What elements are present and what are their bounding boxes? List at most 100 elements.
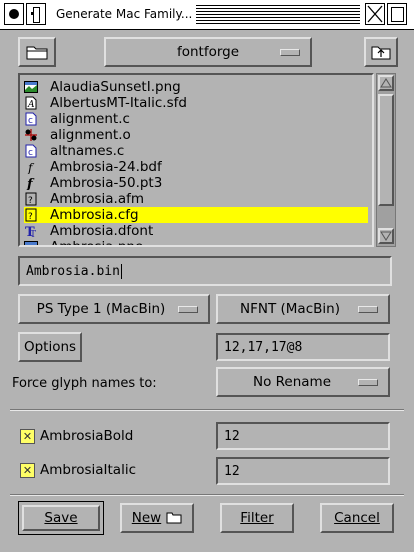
force-glyph-label: Force glyph names to: xyxy=(12,376,157,391)
file-list-item[interactable]: AlaudiaSunsetI.png xyxy=(24,79,368,95)
svg-text:?: ? xyxy=(28,196,33,206)
file-list-item[interactable]: Ambrosia.pne xyxy=(24,239,368,245)
file-list-scrollbar[interactable] xyxy=(376,73,396,247)
file-name: Ambrosia-50.pt3 xyxy=(50,175,163,191)
family-checkbox-italic[interactable]: ✕ xyxy=(20,462,35,478)
unknown-file-icon: ? xyxy=(24,208,38,222)
filename-input[interactable]: Ambrosia.bin xyxy=(18,256,392,286)
unknown-file-icon: ? xyxy=(24,192,38,206)
family-size-value: 12 xyxy=(224,463,240,479)
file-name: AlaudiaSunsetI.png xyxy=(50,79,181,95)
dropdown-indicator-icon xyxy=(178,306,198,313)
file-name: altnames.c xyxy=(50,143,125,159)
family-member-row[interactable]: ✕ AmbrosiaItalic xyxy=(20,462,136,478)
file-list-item[interactable]: c alignment.c xyxy=(24,111,368,127)
family-member-row[interactable]: ✕ AmbrosiaBold xyxy=(20,428,133,444)
svg-text:f: f xyxy=(27,161,35,174)
svg-text:f: f xyxy=(26,177,35,190)
bitmap-sizes-value: 12,17,17@8 xyxy=(224,339,303,355)
file-name: alignment.c xyxy=(50,111,130,127)
check-icon: ✕ xyxy=(22,463,33,477)
filter-button[interactable]: Filter xyxy=(220,503,294,533)
file-list-item[interactable]: f Ambrosia-24.bdf xyxy=(24,159,368,175)
parent-folder-icon xyxy=(371,46,391,60)
image-file-icon xyxy=(24,240,38,245)
svg-text:T: T xyxy=(30,230,36,238)
window-menu-button[interactable] xyxy=(4,3,24,25)
file-list[interactable]: AlaudiaSunsetI.png A AlbertusMT-Italic.sfd… xyxy=(18,73,374,247)
file-name: alignment.o xyxy=(50,127,131,143)
scroll-down-button[interactable] xyxy=(378,228,394,244)
bitmap-format-menu[interactable]: NFNT (MacBin) xyxy=(216,294,390,324)
image-file-icon xyxy=(24,80,38,94)
home-dir-button[interactable] xyxy=(18,37,56,67)
family-size-value: 12 xyxy=(224,428,240,444)
force-glyph-menu[interactable]: No Rename xyxy=(216,367,390,397)
bitmap-font-file-icon: f xyxy=(24,160,38,174)
family-name: AmbrosiaBold xyxy=(40,428,134,444)
shade-icon xyxy=(33,7,40,23)
check-icon: ✕ xyxy=(22,429,33,443)
text-cursor xyxy=(120,263,122,279)
close-button[interactable] xyxy=(365,3,385,25)
file-name: Ambrosia.afm xyxy=(50,191,144,207)
dropdown-indicator-icon xyxy=(358,379,378,386)
file-list-item[interactable]: ? Ambrosia.cfg xyxy=(24,207,368,223)
bitmap-sizes-input[interactable]: 12,17,17@8 xyxy=(216,333,390,361)
scroll-up-button[interactable] xyxy=(378,75,394,91)
new-label: New xyxy=(131,510,162,526)
family-size-input[interactable]: 12 xyxy=(216,422,390,450)
cancel-label: Cancel xyxy=(334,510,380,526)
dropdown-indicator-icon xyxy=(280,49,300,56)
title-bar[interactable]: Generate Mac Family... xyxy=(0,0,414,30)
folder-icon xyxy=(166,512,182,524)
svg-text:c: c xyxy=(28,116,33,126)
c-source-file-icon: c xyxy=(24,144,38,158)
filename-value: Ambrosia.bin xyxy=(26,263,120,279)
save-label: Save xyxy=(44,510,78,526)
file-list-item[interactable]: c altnames.c xyxy=(24,143,368,159)
parent-dir-button[interactable] xyxy=(364,37,398,67)
family-name: AmbrosiaItalic xyxy=(40,462,136,478)
path-menu-label: fontforge xyxy=(176,44,240,60)
outline-format-label: PS Type 1 (MacBin) xyxy=(36,301,166,317)
scroll-thumb[interactable] xyxy=(378,94,394,206)
window-title: Generate Mac Family... xyxy=(56,7,193,21)
file-list-item[interactable]: f Ambrosia-50.pt3 xyxy=(24,175,368,191)
file-name: Ambrosia-24.bdf xyxy=(50,159,162,175)
maximize-button[interactable] xyxy=(387,3,407,25)
svg-text:?: ? xyxy=(28,212,33,222)
maximize-icon xyxy=(391,7,404,22)
separator xyxy=(10,494,404,496)
options-button[interactable]: Options xyxy=(18,332,82,362)
file-list-item[interactable]: alignment.o xyxy=(24,127,368,143)
file-list-item[interactable]: ? Ambrosia.afm xyxy=(24,191,368,207)
dropdown-indicator-icon xyxy=(358,306,378,313)
sfd-file-icon: A xyxy=(24,96,38,110)
arrow-up-icon xyxy=(380,78,392,88)
path-menu[interactable]: fontforge xyxy=(104,37,312,67)
cancel-button[interactable]: Cancel xyxy=(320,503,394,533)
outline-format-menu[interactable]: PS Type 1 (MacBin) xyxy=(18,294,210,324)
file-list-item[interactable]: A AlbertusMT-Italic.sfd xyxy=(24,95,368,111)
force-glyph-value: No Rename xyxy=(252,374,331,390)
file-name: Ambrosia.cfg xyxy=(50,207,139,223)
filter-label: Filter xyxy=(240,510,274,526)
title-stripes xyxy=(196,5,360,24)
file-list-item[interactable]: T T Ambrosia.dfont xyxy=(24,223,368,239)
new-folder-button[interactable]: New xyxy=(120,503,194,533)
family-checkbox-bold[interactable]: ✕ xyxy=(20,428,35,444)
truetype-font-file-icon: TT xyxy=(24,224,38,238)
separator xyxy=(10,409,404,411)
options-label: Options xyxy=(23,339,77,355)
shade-button[interactable] xyxy=(26,3,46,25)
bitmap-format-label: NFNT (MacBin) xyxy=(240,301,340,317)
object-file-icon xyxy=(24,128,38,142)
type3-font-file-icon: f xyxy=(24,176,38,190)
family-size-input[interactable]: 12 xyxy=(216,457,390,485)
save-button[interactable]: Save xyxy=(22,505,100,531)
svg-text:A: A xyxy=(27,100,35,110)
circle-icon xyxy=(9,9,19,19)
close-icon xyxy=(367,5,383,23)
c-source-file-icon: c xyxy=(24,112,38,126)
